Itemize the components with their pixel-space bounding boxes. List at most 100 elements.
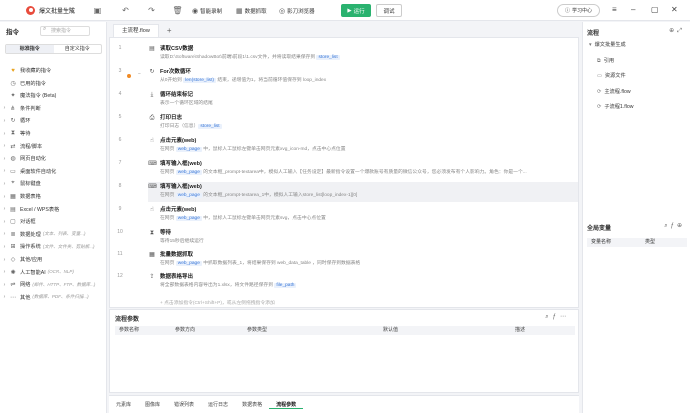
tab-flow-params[interactable]: 流程参数: [269, 401, 304, 409]
tab-data-table[interactable]: 数据表格: [235, 401, 269, 408]
search-icon[interactable]: ⌕: [545, 314, 552, 320]
loop-end-icon: ⤓: [150, 92, 154, 98]
col-description: 描述: [515, 327, 526, 333]
category-label: 对话框: [20, 219, 36, 226]
step-text: 的文本框_prompt-textarea_1中，模拟人工输入store_list…: [201, 193, 358, 198]
more-icon[interactable]: ⋯: [560, 314, 570, 320]
flow-editor: 1 ▤ 读取CSV数据 读取D:\Software\ShadowBot\前端\前段1\…: [109, 37, 579, 308]
command-category[interactable]: › ⋯ 其他 (数据库、PDF、条件扫描...): [0, 292, 106, 303]
flow-step[interactable]: ☝ 点击元素(web) 在网页 web_page 中，鼠标人工鼠标左键单击网页元素x…: [148, 136, 578, 156]
variable-tag: web_page: [175, 216, 202, 221]
flow-tree-item[interactable]: ⟳ 主流程.flow: [597, 88, 631, 95]
scrape-icon: ▦: [236, 7, 243, 15]
flow-step[interactable]: ⧗ 等待 等待15秒后继续运行: [148, 228, 578, 248]
flow-step[interactable]: ⌨ 填写输入框(web) 在网页 web_page 的文本框_prompt-text…: [148, 182, 578, 202]
tab-standard-commands[interactable]: 标准指令: [6, 45, 54, 53]
flow-step[interactable]: ☝ 点击元素(web) 在网页 web_page 中，鼠标人工鼠标左键单击网页元素s…: [148, 205, 578, 225]
fx-icon[interactable]: ƒ: [553, 314, 560, 320]
flow-tree-item[interactable]: ⟳ 子流程1.flow: [597, 103, 633, 110]
command-category[interactable]: › ⌖ 鼠标键盘: [0, 178, 106, 189]
command-category[interactable]: › ⧗ 等待: [0, 128, 106, 139]
chevron-right-icon: ›: [3, 231, 6, 238]
tab-main-flow[interactable]: 主流程.flow: [113, 24, 159, 37]
edit-title-icon[interactable]: ✎: [66, 5, 77, 16]
command-category[interactable]: ✦ 魔法指令 (Beta): [0, 90, 106, 101]
flow-step[interactable]: ↻ For次数循环 从0开始到 len(store_list) 结束，递增值为1，将…: [148, 67, 578, 87]
flow-step[interactable]: ⌨ 填写输入框(web) 在网页 web_page 的文本框_prompt-text…: [148, 159, 578, 179]
globals-toolbar[interactable]: ⌕ƒ⊕: [664, 222, 685, 230]
close-icon[interactable]: ✕: [671, 4, 678, 16]
category-label: 其他: [20, 294, 31, 301]
flow-step[interactable]: ⇪ 数据表格导出 将全部数据表格内容导出为1.xlsx，将文件路径保存到 file_…: [148, 272, 578, 292]
chevron-right-icon: ›: [3, 168, 6, 175]
col-param-name: 参数名称: [119, 327, 140, 333]
data-scrape-button[interactable]: ▦ 数据抓取: [236, 4, 267, 17]
shadow-browser-button[interactable]: ◎ 影刀浏览器: [279, 4, 315, 17]
tab-element-library[interactable]: 元素库: [109, 401, 138, 408]
learning-center-button[interactable]: ⓘ 学习中心: [557, 4, 600, 17]
tab-image-library[interactable]: 图像库: [138, 401, 167, 408]
params-toolbar[interactable]: ⌕ƒ⋯: [545, 313, 570, 321]
breakpoint-icon[interactable]: [127, 74, 131, 78]
step-text: 中，鼠标人工鼠标左键单击网页元素xvg_icon-md，点击中心点位置: [201, 147, 346, 152]
step-text: ，同时保存到数据表格: [310, 261, 361, 266]
add-tab-icon[interactable]: +: [167, 25, 172, 37]
command-category[interactable]: › ⋔ 条件判断: [0, 103, 106, 114]
command-category[interactable]: › ◇ 其他/应用: [0, 254, 106, 265]
line-number: 6: [118, 137, 122, 143]
col-default-value: 默认值: [383, 327, 399, 333]
category-sub-label: (OCR、NLP): [47, 269, 74, 275]
command-category[interactable]: › ⇄ 流程/脚本: [0, 141, 106, 152]
run-button[interactable]: ▶ 运行: [341, 4, 371, 17]
table-icon: ▦: [10, 194, 16, 200]
minimize-icon[interactable]: –: [631, 4, 635, 16]
flow-panel-toolbar[interactable]: ⊕⤢: [669, 27, 685, 35]
delete-icon[interactable]: 🗑: [172, 5, 183, 16]
command-category[interactable]: › ≣ 数据处理 (文本、列表、变量...): [0, 229, 106, 240]
command-category[interactable]: ♥ 我收藏的指令: [0, 65, 106, 76]
step-text: 读取D:\Software\ShadowBot\前端\前段1\1.csv文件，并…: [160, 55, 317, 60]
tab-run-log[interactable]: 运行日志: [201, 401, 235, 408]
flow-step[interactable]: ▤ 读取CSV数据 读取D:\Software\ShadowBot\前端\前段1\1…: [148, 44, 578, 64]
command-category[interactable]: › ⇌ 网络 (邮件、HTTP、FTP、数据库...): [0, 279, 106, 290]
smart-record-button[interactable]: ◉ 智能录制: [192, 4, 222, 17]
command-category[interactable]: › ▭ 桌面软件自动化: [0, 166, 106, 177]
command-category[interactable]: ◷ 已用的指令: [0, 78, 106, 89]
line-number: 4: [118, 91, 122, 97]
maximize-icon[interactable]: ▢: [651, 4, 659, 16]
step-text: 中抓取数据列表_1，将结果保存到: [201, 261, 278, 266]
flow-tree-item[interactable]: ▭ 资源文件: [597, 72, 626, 79]
line-number: 11: [117, 251, 123, 257]
redo-icon[interactable]: ↷: [146, 5, 157, 16]
command-category[interactable]: › ▢ 对话框: [0, 216, 106, 227]
desktop-icon: ▭: [10, 168, 16, 175]
line-number: 5: [118, 114, 122, 120]
col-param-direction: 参数方向: [175, 327, 196, 333]
add-icon[interactable]: ⊕: [669, 28, 677, 34]
command-category[interactable]: › ↻ 循环: [0, 115, 106, 126]
add-command-hint[interactable]: + 点击添加指令(Ctrl+Shift+P)，或从左侧拖拽指令添加: [160, 299, 275, 306]
command-category[interactable]: › ◍ 网页自动化: [0, 153, 106, 164]
command-category[interactable]: › ▤ Excel / WPS表格: [0, 204, 106, 215]
debug-button[interactable]: 调试: [376, 4, 402, 17]
command-category[interactable]: › ✺ 人工智能AI (OCR、NLP): [0, 267, 106, 278]
collapse-icon[interactable]: ⤢: [677, 28, 685, 34]
collapse-icon[interactable]: −: [138, 71, 141, 77]
command-category[interactable]: › ▦ 数据表格: [0, 191, 106, 202]
flow-step[interactable]: ⤓ 循环结束标记 表示一个循环区域的结尾: [148, 90, 578, 110]
menu-icon[interactable]: ≡: [612, 4, 617, 16]
flow-tree-item[interactable]: ⧉ 引用: [597, 57, 614, 65]
undo-icon[interactable]: ↶: [120, 5, 131, 16]
flow-step[interactable]: ▦ 批量数据抓取 在网页 web_page 中抓取数据列表_1，将结果保存到 web…: [148, 250, 578, 270]
step-description: 在网页 web_page 中抓取数据列表_1，将结果保存到 web_data_t…: [160, 259, 578, 266]
chevron-right-icon: ›: [3, 206, 6, 213]
flow-step[interactable]: ⎙ 打印日志 打印日志（信息） store_list: [148, 113, 578, 133]
tab-custom-commands[interactable]: 自定义指令: [54, 45, 102, 53]
save-icon[interactable]: ▣: [92, 5, 103, 16]
command-category[interactable]: › ⊞ 操作系统 (文件、文件夹、剪贴板...): [0, 241, 106, 252]
command-search-input[interactable]: 搜索指令: [40, 26, 90, 36]
category-label: 桌面软件自动化: [20, 168, 57, 175]
flow-tree-item[interactable]: ▾ 爆文批量生成: [589, 41, 626, 48]
add-icon[interactable]: ⊕: [677, 223, 685, 229]
tab-error-list[interactable]: 错误列表: [167, 401, 201, 408]
